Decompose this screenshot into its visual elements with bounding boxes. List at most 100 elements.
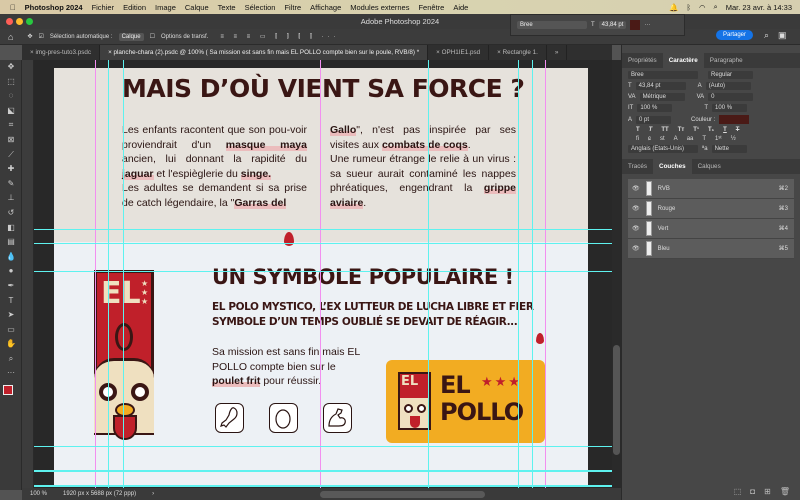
tab-img-pres[interactable]: × img-pres-tuto3.psdc xyxy=(22,45,101,60)
move-tool-icon[interactable]: ✥ xyxy=(27,33,32,40)
font-family-select[interactable]: Bree xyxy=(628,71,698,79)
zoom-tool-icon[interactable]: ⌕ xyxy=(0,352,22,367)
datetime[interactable]: Mar. 23 avr. à 14:33 xyxy=(726,3,792,12)
healing-icon[interactable]: ✚ xyxy=(0,162,22,177)
menu-app[interactable]: Photoshop 2024 xyxy=(25,3,83,12)
brush-icon[interactable]: ✎ xyxy=(0,177,22,192)
bluetooth-icon[interactable]: ᛒ xyxy=(686,3,691,12)
path-select-icon[interactable]: ➤ xyxy=(0,308,22,323)
vertical-scrollbar[interactable] xyxy=(612,60,621,488)
eraser-icon[interactable]: ◧ xyxy=(0,221,22,236)
menu-texte[interactable]: Texte xyxy=(218,3,236,12)
object-select-icon[interactable]: ⬕ xyxy=(0,104,22,119)
foreground-color[interactable] xyxy=(3,385,13,396)
font-select[interactable]: Bree xyxy=(517,21,587,29)
menu-aide[interactable]: Aide xyxy=(453,3,468,12)
more-tools-icon[interactable]: ··· xyxy=(0,366,22,381)
align-icons[interactable]: ≡ ≡ ≡ ▭ ⫿ ⫿ ⫿ ⫿ ··· xyxy=(220,33,339,41)
gradient-icon[interactable]: ▤ xyxy=(0,235,22,250)
text-color-swatch[interactable] xyxy=(630,20,641,30)
tab-calques[interactable]: Calques xyxy=(692,159,727,174)
eye-icon[interactable]: 👁 xyxy=(632,205,640,212)
transform-checkbox[interactable]: ☐ xyxy=(150,33,155,40)
pen-icon[interactable]: ✒ xyxy=(0,279,22,294)
more-icon[interactable]: ··· xyxy=(644,22,650,28)
scroll-thumb[interactable] xyxy=(613,345,620,455)
horizontal-scrollbar[interactable] xyxy=(320,490,486,498)
channel-vert[interactable]: 👁 Vert ⌘4 xyxy=(628,219,794,239)
stamp-icon[interactable]: ⊥ xyxy=(0,191,22,206)
trash-icon[interactable]: 🗑 xyxy=(780,487,790,496)
crop-tool-icon[interactable]: ⌗ xyxy=(0,118,22,133)
maximize-window-button[interactable] xyxy=(26,18,33,25)
zoom-level[interactable]: 100 % xyxy=(30,491,47,497)
menu-filtre[interactable]: Filtre xyxy=(284,3,301,12)
notification-icon[interactable]: 🔔 xyxy=(669,3,678,12)
eye-icon[interactable]: 👁 xyxy=(632,245,640,252)
tab-paragraphe[interactable]: Paragraphe xyxy=(704,53,749,68)
menu-selection[interactable]: Sélection xyxy=(245,3,276,12)
tab-oph[interactable]: × OPH1IE1.psd xyxy=(428,45,490,60)
horizontal-scale-field[interactable]: 100 % xyxy=(712,104,748,112)
rectangle-tool-icon[interactable]: ▭ xyxy=(0,323,22,338)
tracking-field[interactable]: 0 xyxy=(708,93,754,101)
tab-couches[interactable]: Couches xyxy=(653,159,692,174)
eyedropper-icon[interactable]: ⟋ xyxy=(0,148,22,163)
search-icon[interactable]: ⌕ xyxy=(714,2,718,12)
apple-icon[interactable]:  xyxy=(10,3,16,12)
font-size-select[interactable]: 43,84 pt xyxy=(598,21,627,29)
frame-tool-icon[interactable]: ⊠ xyxy=(0,133,22,148)
channel-bleu[interactable]: 👁 Bleu ⌘5 xyxy=(628,239,794,259)
channel-rouge[interactable]: 👁 Rouge ⌘3 xyxy=(628,199,794,219)
auto-select-checkbox[interactable]: ☑ xyxy=(38,33,43,40)
menu-calque[interactable]: Calque xyxy=(185,3,209,12)
channel-rvb[interactable]: 👁 RVB ⌘2 xyxy=(628,179,794,199)
menu-image[interactable]: Image xyxy=(155,3,176,12)
menu-modules[interactable]: Modules externes xyxy=(350,3,409,12)
kerning-field[interactable]: Métrique xyxy=(639,93,685,101)
tab-planche-chara[interactable]: × planche-chara (2).psdc @ 100% ( Sa mis… xyxy=(100,45,429,60)
close-window-button[interactable] xyxy=(6,18,13,25)
opentype-buttons[interactable]: ﬁ ɕ st Aaa T 1ˢᵗ ½ xyxy=(636,136,794,142)
tab-caractere[interactable]: Caractère xyxy=(662,53,704,68)
color-swatches[interactable] xyxy=(0,381,21,405)
text-color-swatch[interactable] xyxy=(719,115,750,124)
eye-icon[interactable]: 👁 xyxy=(632,185,640,192)
leading-field[interactable]: (Auto) xyxy=(705,82,751,90)
type-style-buttons[interactable]: T T TT Tт T¹ T₁ T T xyxy=(636,127,794,133)
tab-proprietes[interactable]: Propriétés xyxy=(622,53,663,68)
new-channel-icon[interactable]: ⊞ xyxy=(764,487,771,496)
minimize-window-button[interactable] xyxy=(16,18,23,25)
home-icon[interactable]: ⌂ xyxy=(8,32,13,42)
font-size-field[interactable]: 43,84 pt xyxy=(635,82,686,90)
history-brush-icon[interactable]: ↺ xyxy=(0,206,22,221)
search-icon[interactable]: ⌕ xyxy=(764,30,769,41)
status-arrow-icon[interactable]: › xyxy=(152,491,154,497)
save-selection-icon[interactable]: ◘ xyxy=(750,487,755,496)
menu-fichier[interactable]: Fichier xyxy=(92,3,115,12)
hand-tool-icon[interactable]: ✋ xyxy=(0,337,22,352)
antialias-select[interactable]: Nette xyxy=(711,145,747,153)
menu-affichage[interactable]: Affichage xyxy=(310,3,341,12)
tab-rectangle[interactable]: × Rectangle 1. xyxy=(489,45,547,60)
type-tool-icon[interactable]: T xyxy=(0,294,22,309)
more-tabs-icon[interactable]: » xyxy=(547,45,568,60)
share-button[interactable]: Partager xyxy=(716,30,754,40)
load-selection-icon[interactable]: ⬚ xyxy=(734,487,742,496)
dodge-icon[interactable]: ● xyxy=(0,264,22,279)
lasso-tool-icon[interactable]: ◌ xyxy=(0,89,22,104)
workspace-icon[interactable]: ▣ xyxy=(778,30,787,41)
blur-icon[interactable]: 💧 xyxy=(0,250,22,265)
marquee-tool-icon[interactable]: ⬚ xyxy=(0,75,22,90)
menu-edition[interactable]: Edition xyxy=(123,3,146,12)
vertical-scale-field[interactable]: 100 % xyxy=(637,104,673,112)
font-style-select[interactable]: Regular xyxy=(708,71,753,79)
move-tool-icon[interactable]: ✥ xyxy=(0,60,22,75)
tab-traces[interactable]: Tracés xyxy=(622,159,653,174)
canvas-area[interactable]: MAIS D’OÙ VIENT SA FORCE ? Les enfants r… xyxy=(34,60,612,488)
wifi-icon[interactable]: ◠ xyxy=(699,3,706,12)
auto-select-dropdown[interactable]: Calque xyxy=(118,32,144,41)
menu-fenetre[interactable]: Fenêtre xyxy=(418,3,444,12)
eye-icon[interactable]: 👁 xyxy=(632,225,640,232)
baseline-field[interactable]: 0 pt xyxy=(636,115,672,124)
